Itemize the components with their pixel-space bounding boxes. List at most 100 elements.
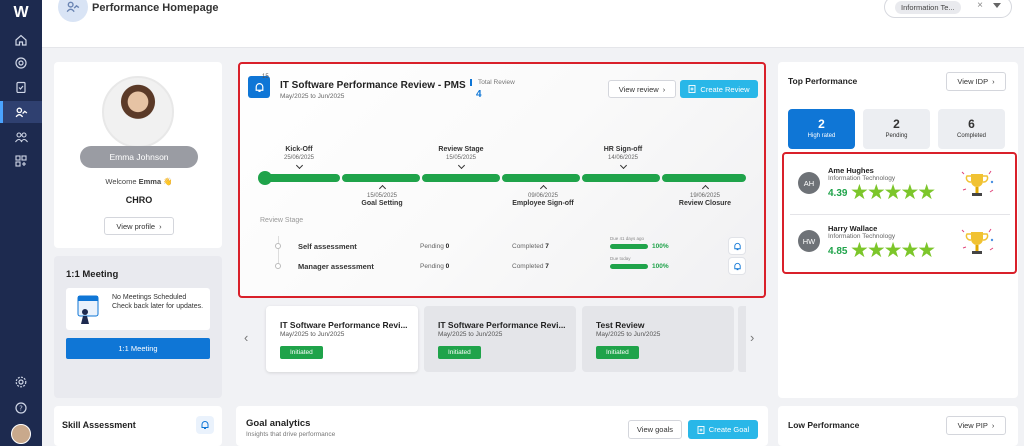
view-review-button[interactable]: View review › xyxy=(608,80,676,98)
profile-role: CHRO xyxy=(125,195,153,205)
chevron-up-icon xyxy=(378,184,386,193)
welcome-text: Welcome Emma 👋 xyxy=(54,177,224,186)
document-plus-icon xyxy=(688,85,696,93)
chevron-right-icon: › xyxy=(159,221,162,231)
welcome-prefix: Welcome xyxy=(105,177,137,186)
stage-title: Kick-Off xyxy=(285,146,313,153)
create-goal-button[interactable]: Create Goal xyxy=(688,420,758,439)
help-icon[interactable]: ? xyxy=(11,398,31,418)
status-badge: Initiated xyxy=(438,346,481,359)
remind-button[interactable] xyxy=(728,257,746,275)
stage-review-closure: 19/06/2025 Review Closure xyxy=(660,184,750,208)
stage-title: Review Stage xyxy=(438,146,484,153)
calendar-person-icon xyxy=(77,295,99,324)
stage-date: 15/05/2025 xyxy=(366,193,398,199)
carousel-date: May/2025 to Jun/2025 xyxy=(280,331,345,338)
grid-plus-icon[interactable] xyxy=(11,151,31,171)
stage-dot xyxy=(275,263,281,269)
top-performers-list: AH Ame Hughes Information Technology 4.3… xyxy=(782,152,1017,274)
department-select[interactable]: Information Te... × xyxy=(884,0,1012,18)
top-bar: Performance Homepage Information Te... × xyxy=(42,0,1024,48)
create-review-button[interactable]: Create Review xyxy=(680,80,758,98)
target-icon[interactable] xyxy=(11,53,31,73)
performer-avatar: HW xyxy=(798,230,820,252)
chevron-right-icon: › xyxy=(991,421,995,430)
team-icon[interactable] xyxy=(11,127,31,147)
performer-name: Ame Hughes xyxy=(828,166,874,175)
status-badge: Initiated xyxy=(280,346,323,359)
svg-text:?: ? xyxy=(19,405,23,413)
meeting-card: 1:1 Meeting No Meetings Scheduled Check … xyxy=(54,256,222,398)
chevron-up-icon xyxy=(701,184,709,193)
carousel-next-button[interactable]: › xyxy=(750,330,754,345)
completed-label: Completed xyxy=(512,263,544,270)
remind-button[interactable] xyxy=(728,237,746,255)
performer-avatar: AH xyxy=(798,172,820,194)
low-performance-title: Low Performance xyxy=(788,420,860,430)
tab-label: Completed xyxy=(956,133,986,139)
bell-icon xyxy=(733,242,741,250)
profile-photo xyxy=(102,76,174,148)
timeline-segment xyxy=(342,174,420,182)
view-profile-label: View profile xyxy=(116,221,156,231)
assessment-name: Self assessment xyxy=(298,242,357,251)
page-title: Performance Homepage xyxy=(92,2,219,14)
view-profile-button[interactable]: View profile › xyxy=(104,217,174,235)
tab-pending[interactable]: 2 Pending xyxy=(863,109,930,149)
star-rating: ★★★★★ xyxy=(850,239,936,262)
due-note: Due today xyxy=(610,256,631,261)
stage-date: 09/06/2025 xyxy=(527,193,559,199)
star-rating: ★★★★★ xyxy=(850,181,936,204)
carousel-title: IT Software Performance Revi... xyxy=(280,320,408,330)
view-goals-button[interactable]: View goals xyxy=(628,420,682,439)
skill-assessment-card: Skill Assessment xyxy=(54,406,222,446)
settings-icon[interactable] xyxy=(11,372,31,392)
department-chip[interactable]: Information Te... xyxy=(895,0,961,14)
sidebar: W ? xyxy=(0,0,42,446)
performance-review-card: 15 IT Software Performance Review - PMS … xyxy=(238,62,766,298)
carousel-date: May/2025 to Jun/2025 xyxy=(438,331,503,338)
performer-row[interactable]: HW Harry Wallace Information Technology … xyxy=(790,218,1008,268)
performer-row[interactable]: AH Ame Hughes Information Technology 4.3… xyxy=(790,160,1008,210)
chevron-down-icon[interactable] xyxy=(993,3,1001,8)
review-carousel-item[interactable]: IT Software Performance Revi... May/2025… xyxy=(424,306,576,372)
review-carousel-item[interactable]: Test Review May/2025 to Jun/2025 Initiat… xyxy=(582,306,734,372)
view-pip-button[interactable]: View PIP › xyxy=(946,416,1006,435)
chevron-down-icon xyxy=(295,161,303,170)
carousel-title: IT Software Performance Revi... xyxy=(438,320,566,330)
carousel-prev-button[interactable]: ‹ xyxy=(244,330,248,345)
timeline-segment xyxy=(582,174,660,182)
app-logo[interactable]: W xyxy=(10,4,32,22)
document-plus-icon xyxy=(697,425,705,434)
meeting-button[interactable]: 1:1 Meeting xyxy=(66,338,210,359)
progress-percent: 100% xyxy=(652,263,669,270)
bell-icon xyxy=(255,82,263,92)
progress-bar xyxy=(610,264,648,269)
view-goals-label: View goals xyxy=(636,425,674,434)
tab-count: 2 xyxy=(818,117,825,131)
view-review-label: View review xyxy=(618,84,659,94)
performer-score: 4.39 xyxy=(828,188,848,199)
skill-bell-button[interactable] xyxy=(196,416,214,434)
stage-title: HR Sign-off xyxy=(603,146,643,153)
home-icon[interactable] xyxy=(11,30,31,50)
carousel-date: May/2025 to Jun/2025 xyxy=(596,331,661,338)
user-avatar[interactable] xyxy=(11,424,31,444)
completed-value: 7 xyxy=(545,263,549,270)
view-idp-button[interactable]: View IDP › xyxy=(946,72,1006,91)
tab-high-rated[interactable]: 2 High rated xyxy=(788,109,855,149)
progress-percent: 100% xyxy=(652,243,669,250)
view-pip-label: View PIP xyxy=(957,421,988,430)
tab-completed[interactable]: 6 Completed xyxy=(938,109,1005,149)
stage-title: Review Closure xyxy=(678,200,732,207)
meeting-title: 1:1 Meeting xyxy=(66,269,119,280)
meeting-empty-text: No Meetings Scheduled Check back later f… xyxy=(112,293,208,311)
completed-count: Completed 7 xyxy=(512,263,549,270)
completed-count: Completed 7 xyxy=(512,243,549,250)
completed-label: Completed xyxy=(512,243,544,250)
user-trend-icon[interactable] xyxy=(0,101,42,123)
chevron-down-icon xyxy=(457,161,465,170)
clear-icon[interactable]: × xyxy=(977,0,983,11)
clipboard-check-icon[interactable] xyxy=(11,77,31,97)
review-carousel-item[interactable]: IT Software Performance Revi... May/2025… xyxy=(266,306,418,372)
